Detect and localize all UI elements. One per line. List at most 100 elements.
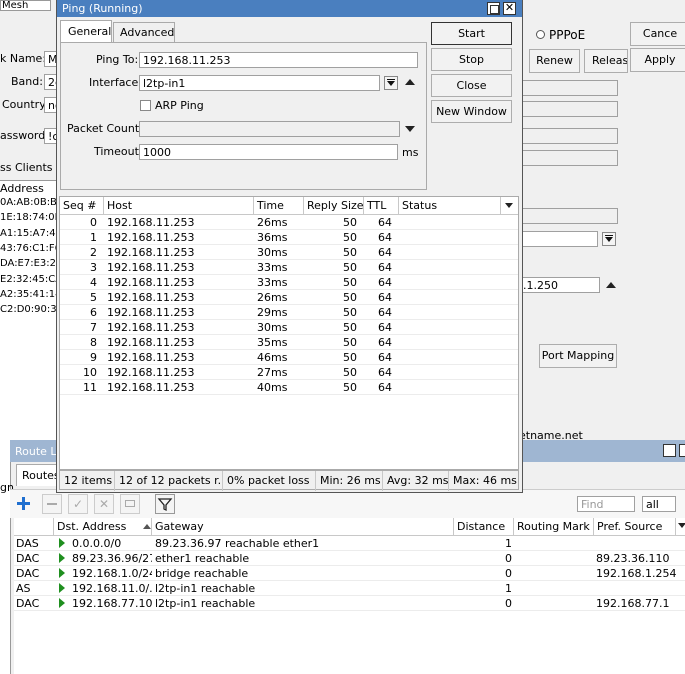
- ping-seq: 2: [90, 246, 97, 259]
- tab-routes[interactable]: Routes: [16, 464, 60, 486]
- tab-general-label: General: [68, 25, 112, 38]
- arp-ping-checkbox[interactable]: [140, 100, 151, 111]
- ping-host: 192.168.11.253: [107, 261, 195, 274]
- route-col-gateway[interactable]: Gateway: [152, 518, 454, 535]
- route-col-mark[interactable]: Routing Mark: [514, 518, 594, 535]
- cancel-button[interactable]: Cance: [630, 22, 685, 46]
- ping-row[interactable]: 10 192.168.11.253 27ms 50 64: [60, 365, 518, 380]
- bg-client-address[interactable]: A1:15:A7:43: [0, 228, 62, 239]
- route-columns-dropdown-icon[interactable]: [678, 523, 685, 528]
- new-window-button[interactable]: New Window: [431, 100, 512, 123]
- find-input[interactable]: Find: [577, 496, 635, 512]
- packet-count-input[interactable]: [139, 121, 400, 137]
- filter-select[interactable]: all: [642, 496, 676, 512]
- ping-ttl: 64: [378, 306, 392, 319]
- route-dst-address: 0.0.0.0/0: [72, 537, 122, 550]
- renew-button[interactable]: Renew: [529, 49, 580, 73]
- route-flags: DAC: [16, 552, 40, 565]
- filter-icon[interactable]: [155, 494, 175, 514]
- route-pref-source: 192.168.1.254: [596, 567, 676, 580]
- tab-general[interactable]: General: [60, 20, 112, 42]
- bg-client-address[interactable]: 43:76:C1:F6: [0, 243, 61, 254]
- enable-icon[interactable]: ✓: [68, 494, 88, 514]
- col-seq[interactable]: Seq #: [60, 197, 104, 214]
- ping-row[interactable]: 11 192.168.11.253 40ms 50 64: [60, 380, 518, 395]
- bg-address-up-icon[interactable]: [606, 282, 616, 288]
- interface-select[interactable]: l2tp-in1: [139, 75, 380, 91]
- route-row[interactable]: DAC 89.23.36.96/27 ether1 reachable 0 89.23.…: [14, 551, 685, 566]
- route-row[interactable]: AS 192.168.11.0/... l2tp-in1 reachable 1: [14, 581, 685, 596]
- bg-client-address[interactable]: C2:D0:90:3F: [0, 304, 62, 315]
- ping-row[interactable]: 0 192.168.11.253 26ms 50 64: [60, 215, 518, 230]
- port-mapping-button[interactable]: Port Mapping: [539, 344, 617, 368]
- packet-count-label: Packet Count:: [67, 122, 143, 135]
- route-row[interactable]: DAC 192.168.77.10 l2tp-in1 reachable 0 192.1…: [14, 596, 685, 611]
- status-loss: 0% packet loss: [223, 471, 316, 491]
- ping-row[interactable]: 1 192.168.11.253 36ms 50 64: [60, 230, 518, 245]
- remove-icon[interactable]: [42, 494, 62, 514]
- comment-icon[interactable]: [120, 494, 140, 514]
- bg-client-address[interactable]: A2:35:41:14: [0, 289, 61, 300]
- ping-results-table[interactable]: Seq # Host Time Reply Size TTL Status 01…: [59, 196, 519, 470]
- bg-client-address[interactable]: DA:E7:E3:2: [0, 258, 56, 269]
- ping-host: 192.168.11.253: [107, 381, 195, 394]
- bg-address-field[interactable]: .1.250: [519, 277, 600, 293]
- ping-restore-icon[interactable]: [487, 2, 500, 15]
- col-status[interactable]: Status: [399, 197, 501, 214]
- route-row[interactable]: DAC 192.168.1.0/24 bridge reachable 0 192.16…: [14, 566, 685, 581]
- apply-button[interactable]: Apply: [630, 48, 685, 72]
- bg-select-dropdown-icon[interactable]: [602, 232, 616, 246]
- tab-advanced[interactable]: Advanced: [113, 22, 175, 42]
- start-button[interactable]: Start: [431, 22, 512, 45]
- ping-time: 30ms: [257, 321, 288, 334]
- interface-dropdown-icon[interactable]: [384, 76, 398, 90]
- ping-row[interactable]: 6 192.168.11.253 29ms 50 64: [60, 305, 518, 320]
- packet-count-down-icon[interactable]: [405, 126, 415, 132]
- ping-row[interactable]: 9 192.168.11.253 46ms 50 64: [60, 350, 518, 365]
- route-row[interactable]: DAS 0.0.0.0/0 89.23.36.97 reachable ether1…: [14, 536, 685, 551]
- route-gateway: bridge reachable: [155, 567, 249, 580]
- route-gateway: l2tp-in1 reachable: [155, 582, 256, 595]
- ping-host: 192.168.11.253: [107, 246, 195, 259]
- ping-columns-dropdown-icon[interactable]: [505, 203, 513, 208]
- route-restore-icon[interactable]: [663, 444, 676, 457]
- disable-icon[interactable]: ✕: [94, 494, 114, 514]
- timeout-input[interactable]: 1000: [139, 144, 398, 160]
- bg-client-address[interactable]: 1E:18:74:0D: [0, 212, 62, 223]
- route-col-dst[interactable]: Dst. Address: [54, 518, 152, 535]
- ping-row[interactable]: 7 192.168.11.253 30ms 50 64: [60, 320, 518, 335]
- route-active-arrow-icon: [59, 568, 65, 578]
- col-ttl[interactable]: TTL: [364, 197, 399, 214]
- ping-row[interactable]: 8 192.168.11.253 35ms 50 64: [60, 335, 518, 350]
- route-close-icon[interactable]: [679, 444, 685, 457]
- bg-select-field[interactable]: [519, 231, 598, 247]
- add-icon-vertical: [22, 497, 25, 510]
- ping-row[interactable]: 2 192.168.11.253 30ms 50 64: [60, 245, 518, 260]
- interface-up-icon[interactable]: [405, 79, 415, 85]
- ping-host: 192.168.11.253: [107, 231, 195, 244]
- col-time[interactable]: Time: [254, 197, 304, 214]
- bg-client-address[interactable]: 0A:AB:0B:B: [0, 197, 57, 208]
- ping-row[interactable]: 5 192.168.11.253 26ms 50 64: [60, 290, 518, 305]
- route-pref-source: 89.23.36.110: [596, 552, 670, 565]
- close-button[interactable]: Close: [431, 74, 512, 97]
- release-button[interactable]: Releas: [584, 49, 628, 73]
- pppoe-radio[interactable]: [536, 30, 545, 39]
- bg-client-address[interactable]: E2:32:45:CA: [0, 274, 62, 285]
- ping-close-icon[interactable]: ✕: [503, 2, 516, 15]
- status-items: 12 items: [60, 471, 115, 491]
- ping-reply-size: 50: [343, 351, 357, 364]
- stop-button[interactable]: Stop: [431, 48, 512, 71]
- col-host[interactable]: Host: [104, 197, 254, 214]
- route-table[interactable]: Dst. Address Gateway Distance Routing Ma…: [14, 518, 685, 674]
- ping-seq: 11: [83, 381, 97, 394]
- ping-row[interactable]: 4 192.168.11.253 33ms 50 64: [60, 275, 518, 290]
- ping-row[interactable]: 3 192.168.11.253 33ms 50 64: [60, 260, 518, 275]
- ping-to-input[interactable]: 192.168.11.253: [139, 52, 418, 68]
- col-reply-size[interactable]: Reply Size: [304, 197, 364, 214]
- add-button[interactable]: [14, 494, 34, 514]
- status-packets: 12 of 12 packets r...: [115, 471, 223, 491]
- route-col-pref[interactable]: Pref. Source: [594, 518, 676, 535]
- ping-seq: 9: [90, 351, 97, 364]
- route-col-distance[interactable]: Distance: [454, 518, 514, 535]
